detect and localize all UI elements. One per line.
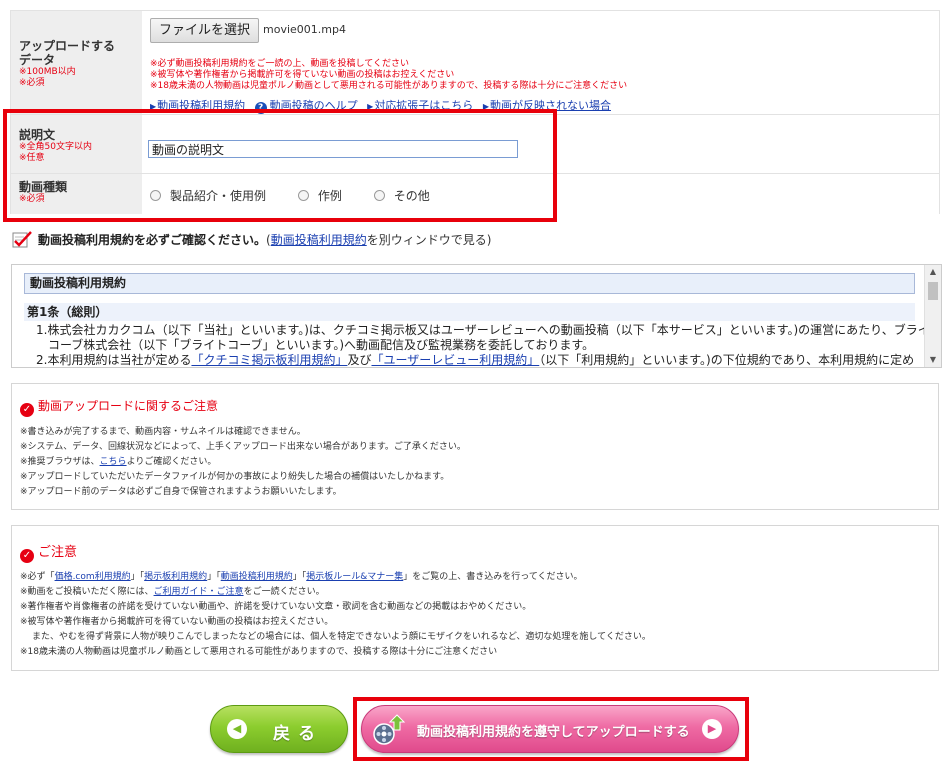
browser-info-link[interactable]: こちら [100, 457, 127, 467]
review-terms-link[interactable]: 「ユーザーレビュー利用規約」 [371, 353, 539, 367]
notice-line: ※必ず「価格.com利用規約」「掲示板利用規約」「動画投稿利用規約」「掲示板ルー… [20, 572, 583, 582]
upload-note: ※被写体や著作権者から掲載許可を得ていない動画の投稿はお控えください [150, 70, 455, 80]
scroll-up-icon[interactable]: ▲ [925, 265, 941, 279]
terms-title: 動画投稿利用規約 [24, 273, 915, 294]
upload-row: アップロードするデータ ※100MB以内 ※必須 ファイルを選択 movie00… [11, 11, 939, 115]
general-notice-lines: ※必ず「価格.com利用規約」「掲示板利用規約」「動画投稿利用規約」「掲示板ルー… [20, 570, 651, 660]
back-button[interactable]: ◀ 戻る [210, 705, 348, 753]
general-notice-title: ✓ ご注意 [20, 541, 77, 563]
submit-highlight-box [353, 697, 749, 761]
scroll-down-icon[interactable]: ▼ [925, 353, 941, 367]
notice-line: ※推奨ブラウザは、こちらよりご確認ください。 [20, 457, 217, 467]
upload-note: ※必ず動画投稿利用規約をご一読の上、動画を投稿してください [150, 59, 410, 69]
upload-label: アップロードするデータ [19, 39, 116, 67]
terms-scroll-box[interactable]: 動画投稿利用規約 第1条（総則） 1.株式会社カカクコム（以下「当社」といいます… [11, 264, 942, 368]
upload-value-cell: ファイルを選択 movie001.mp4 ※必ず動画投稿利用規約をご一読の上、動… [142, 11, 939, 114]
upload-label-cell: アップロードするデータ ※100MB以内 ※必須 [11, 11, 142, 114]
terms-scrollbar[interactable]: ▲ ▼ [924, 265, 941, 367]
check-icon: ✓ [20, 549, 34, 563]
upload-notice-lines: ※書き込みが完了するまで、動画内容・サムネイルは確認できません。 ※システム、デ… [20, 425, 466, 500]
notice-line: ※18歳未満の人物動画は児童ポルノ動画として悪用される可能性がありますので、投稿… [20, 647, 498, 657]
terms-paragraph: 2.本利用規約は当社が定める「クチコミ掲示板利用規約」及び「ユーザーレビュー利用… [36, 353, 915, 367]
notice-line: ※アップロードしていただいたデータファイルが何かの事故により紛失した場合の補償は… [20, 472, 450, 482]
check-icon: ✓ [20, 403, 34, 417]
terms-confirm-text: 動画投稿利用規約を必ずご確認ください。 [38, 233, 267, 247]
notice-line: ※著作権者や肖像権者の許諾を受けていない動画や、許諾を受けていない文章・歌詞を含… [20, 602, 532, 612]
notice-line: ※動画をご投稿いただく際には、ご利用ガイド・ご注意をご一読ください。 [20, 587, 325, 597]
terms-new-window-suffix: を別ウィンドウで見る) [366, 233, 492, 247]
notice-line: また、やむを得ず背景に人物が映りこんでしまったなどの場合には、個人を特定できない… [32, 632, 651, 642]
general-notice-box: ✓ ご注意 ※必ず「価格.com利用規約」「掲示板利用規約」「動画投稿利用規約」「… [11, 525, 939, 671]
article-heading: 第1条（総則） [24, 303, 915, 321]
terms-new-window-link[interactable]: 動画投稿利用規約 [271, 233, 367, 247]
upload-notes: ※必ず動画投稿利用規約をご一読の上、動画を投稿してください ※被写体や著作権者か… [150, 59, 627, 92]
bbs-terms-link[interactable]: 掲示板利用規約 [144, 572, 207, 582]
terms-confirm-header: 動画投稿利用規約を必ずご確認ください。(動画投稿利用規約を別ウィンドウで見る) [12, 230, 491, 251]
notice-line: ※書き込みが完了するまで、動画内容・サムネイルは確認できません。 [20, 427, 306, 437]
bbs-rules-link[interactable]: 掲示板ルール&マナー集 [306, 572, 403, 582]
notice-line: ※アップロード前のデータは必ずご自身で保管されますようお願いいたします。 [20, 487, 342, 497]
selected-file-name: movie001.mp4 [263, 23, 346, 36]
upload-size-note: ※100MB以内 [19, 67, 76, 77]
checklist-pen-icon [12, 230, 34, 251]
upload-required-note: ※必須 [19, 78, 45, 88]
back-button-label: 戻る [273, 724, 323, 744]
upload-note: ※18歳未満の人物動画は児童ポルノ動画として悪用される可能性がありますので、投稿… [150, 81, 628, 91]
scroll-thumb[interactable] [928, 282, 938, 300]
upload-notice-title: ✓ 動画アップロードに関するご注意 [20, 397, 218, 417]
bbs-terms-link[interactable]: 「クチコミ掲示板利用規約」 [191, 353, 347, 367]
usage-guide-link[interactable]: ご利用ガイド・ご注意 [154, 587, 244, 597]
notice-line: ※システム、データ、回線状況などによって、上手くアップロード出来ない場合がありま… [20, 442, 466, 452]
terms-paragraph: 1.株式会社カカクコム（以下「当社」といいます。)は、クチコミ掲示板又はユーザー… [36, 323, 942, 337]
form-highlight-box [3, 109, 557, 222]
choose-file-button[interactable]: ファイルを選択 [150, 18, 260, 43]
arrow-left-icon: ◀ [227, 719, 247, 739]
upload-notice-box: ✓ 動画アップロードに関するご注意 ※書き込みが完了するまで、動画内容・サムネイル… [11, 383, 939, 510]
terms-paragraph: コーブ株式会社（以下「ブライトコーブ」といいます。)へ動画配信及び監視業務を委託… [48, 338, 595, 352]
kakaku-terms-link[interactable]: 価格.com利用規約 [55, 572, 131, 582]
notice-line: ※被写体や著作権者から掲載許可を得ていない動画の投稿はお控えください。 [20, 617, 334, 627]
video-terms-link[interactable]: 動画投稿利用規約 [221, 572, 293, 582]
